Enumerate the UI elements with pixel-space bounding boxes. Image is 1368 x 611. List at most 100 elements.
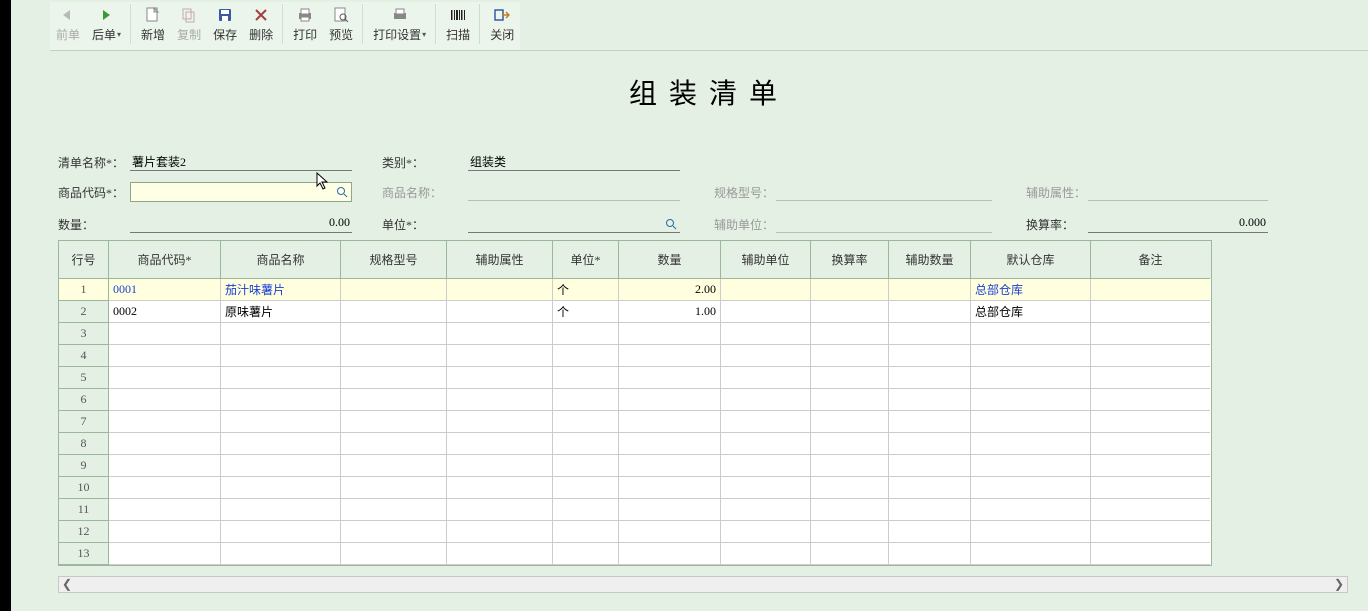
cell[interactable] bbox=[553, 477, 619, 499]
cell[interactable] bbox=[221, 367, 341, 389]
code-input[interactable] bbox=[130, 182, 352, 202]
cell[interactable] bbox=[811, 279, 889, 301]
cell[interactable] bbox=[971, 367, 1091, 389]
cell[interactable] bbox=[721, 543, 811, 565]
cell[interactable] bbox=[971, 323, 1091, 345]
close-button[interactable]: 关闭 bbox=[484, 2, 520, 46]
cell[interactable] bbox=[341, 323, 447, 345]
table-row[interactable]: 5 bbox=[59, 367, 1211, 389]
col-rate[interactable]: 换算率 bbox=[811, 241, 889, 279]
horizontal-scrollbar[interactable]: ❮ ❯ bbox=[58, 576, 1348, 593]
cell[interactable] bbox=[619, 323, 721, 345]
col-rownum[interactable]: 行号 bbox=[59, 241, 109, 279]
cell[interactable] bbox=[1091, 411, 1210, 433]
row-number[interactable]: 13 bbox=[59, 543, 109, 565]
cell[interactable] bbox=[1091, 543, 1210, 565]
cell[interactable] bbox=[889, 279, 971, 301]
cell[interactable] bbox=[341, 389, 447, 411]
table-row[interactable]: 11 bbox=[59, 499, 1211, 521]
print-button[interactable]: 打印 bbox=[287, 2, 323, 46]
cell[interactable] bbox=[971, 543, 1091, 565]
cell[interactable] bbox=[971, 433, 1091, 455]
cell[interactable] bbox=[721, 389, 811, 411]
delete-button[interactable]: 删除 bbox=[243, 2, 279, 46]
cell[interactable] bbox=[341, 301, 447, 323]
cell[interactable] bbox=[341, 345, 447, 367]
cell[interactable] bbox=[1091, 301, 1210, 323]
cell[interactable] bbox=[447, 345, 553, 367]
cell[interactable] bbox=[341, 499, 447, 521]
new-button[interactable]: 新增 bbox=[135, 2, 171, 46]
copy-button[interactable]: 复制 bbox=[171, 2, 207, 46]
cell[interactable]: 0002 bbox=[109, 301, 221, 323]
cell[interactable] bbox=[619, 367, 721, 389]
row-number[interactable]: 12 bbox=[59, 521, 109, 543]
cell[interactable] bbox=[889, 433, 971, 455]
table-row[interactable]: 13 bbox=[59, 543, 1211, 565]
table-row[interactable]: 6 bbox=[59, 389, 1211, 411]
cell[interactable] bbox=[721, 521, 811, 543]
cell[interactable] bbox=[889, 499, 971, 521]
cell[interactable] bbox=[341, 279, 447, 301]
col-note[interactable]: 备注 bbox=[1091, 241, 1210, 279]
col-qty[interactable]: 数量 bbox=[619, 241, 721, 279]
cell[interactable] bbox=[721, 279, 811, 301]
cell[interactable] bbox=[811, 301, 889, 323]
rate-field[interactable]: 0.000 bbox=[1088, 215, 1268, 233]
cell[interactable] bbox=[811, 433, 889, 455]
col-name[interactable]: 商品名称 bbox=[221, 241, 341, 279]
cell[interactable] bbox=[721, 455, 811, 477]
cell[interactable] bbox=[1091, 455, 1210, 477]
cell[interactable] bbox=[447, 543, 553, 565]
cell[interactable] bbox=[109, 323, 221, 345]
col-spec[interactable]: 规格型号 bbox=[341, 241, 447, 279]
cell[interactable] bbox=[553, 521, 619, 543]
cell[interactable] bbox=[619, 543, 721, 565]
cell[interactable]: 个 bbox=[553, 301, 619, 323]
cell[interactable] bbox=[1091, 433, 1210, 455]
cell[interactable] bbox=[889, 323, 971, 345]
cell[interactable] bbox=[811, 499, 889, 521]
save-button[interactable]: 保存 bbox=[207, 2, 243, 46]
cell[interactable] bbox=[619, 455, 721, 477]
cell[interactable] bbox=[811, 521, 889, 543]
table-row[interactable]: 9 bbox=[59, 455, 1211, 477]
cell[interactable] bbox=[447, 389, 553, 411]
qty-field[interactable]: 0.00 bbox=[130, 215, 352, 233]
cell[interactable] bbox=[721, 499, 811, 521]
row-number[interactable]: 6 bbox=[59, 389, 109, 411]
cell[interactable] bbox=[971, 499, 1091, 521]
cell[interactable] bbox=[1091, 499, 1210, 521]
cell[interactable] bbox=[811, 477, 889, 499]
table-row[interactable]: 10001茄汁味薯片个2.00总部仓库 bbox=[59, 279, 1211, 301]
unit-field[interactable] bbox=[468, 215, 680, 233]
cell[interactable] bbox=[553, 499, 619, 521]
cell[interactable] bbox=[553, 455, 619, 477]
col-unit[interactable]: 单位* bbox=[553, 241, 619, 279]
cell[interactable]: 个 bbox=[553, 279, 619, 301]
cell[interactable] bbox=[889, 411, 971, 433]
cell[interactable] bbox=[721, 411, 811, 433]
cell[interactable] bbox=[221, 499, 341, 521]
cell[interactable] bbox=[341, 411, 447, 433]
cell[interactable] bbox=[447, 455, 553, 477]
cell[interactable]: 0001 bbox=[109, 279, 221, 301]
cell[interactable] bbox=[447, 411, 553, 433]
cell[interactable] bbox=[109, 499, 221, 521]
col-wh[interactable]: 默认仓库 bbox=[971, 241, 1091, 279]
table-row[interactable]: 20002原味薯片个1.00总部仓库 bbox=[59, 301, 1211, 323]
cell[interactable] bbox=[553, 543, 619, 565]
lookup-icon[interactable] bbox=[336, 185, 349, 199]
col-aux[interactable]: 辅助属性 bbox=[447, 241, 553, 279]
cell[interactable] bbox=[447, 477, 553, 499]
col-auxunit[interactable]: 辅助单位 bbox=[721, 241, 811, 279]
cell[interactable] bbox=[721, 433, 811, 455]
table-row[interactable]: 7 bbox=[59, 411, 1211, 433]
cell[interactable]: 茄汁味薯片 bbox=[221, 279, 341, 301]
cell[interactable] bbox=[109, 433, 221, 455]
cell[interactable] bbox=[341, 433, 447, 455]
cell[interactable] bbox=[221, 543, 341, 565]
cell[interactable] bbox=[1091, 323, 1210, 345]
cell[interactable] bbox=[553, 345, 619, 367]
cell[interactable] bbox=[447, 521, 553, 543]
